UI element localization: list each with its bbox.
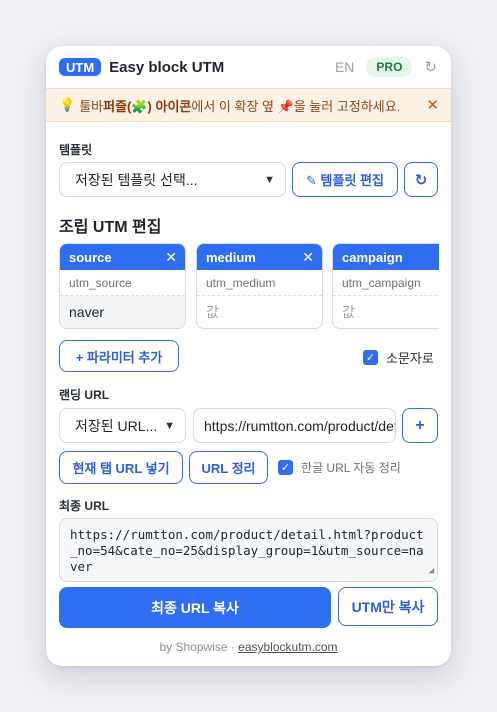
lowercase-label: 소문자로 <box>386 351 434 366</box>
card-key[interactable]: utm_medium <box>197 270 322 296</box>
footer-link[interactable]: easyblockutm.com <box>238 640 337 654</box>
landing-url-input[interactable]: https://rumtton.com/product/detail.html?… <box>193 408 396 443</box>
header-actions: EN PRO ↻ <box>335 57 437 77</box>
chevron-down-icon: ▼ <box>164 419 175 432</box>
pro-badge: PRO <box>366 57 413 77</box>
template-label: 템플릿 <box>59 143 93 157</box>
utm-card-campaign: campaign utm_campaign 값 <box>332 243 439 329</box>
edit-template-button[interactable]: ✎ 템플릿 편집 <box>292 162 398 197</box>
card-key[interactable]: utm_campaign <box>333 270 439 296</box>
saved-url-select-value: 저장된 URL... <box>75 417 158 434</box>
template-select-value: 저장된 템플릿 선택... <box>75 171 198 188</box>
utm-badge: UTM <box>59 58 102 76</box>
card-header: source ✕ <box>60 244 185 270</box>
utm-cards: source ✕ utm_source naver medium ✕ utm_m… <box>59 243 439 329</box>
footer: by Shopwise · easyblockutm.com <box>46 640 451 654</box>
clean-url-button[interactable]: URL 정리 <box>189 451 268 484</box>
app-title: Easy block UTM <box>109 58 225 76</box>
landing-url-label: 랜딩 URL <box>59 388 110 402</box>
final-url-textarea[interactable]: https://rumtton.com/product/detail.html?… <box>59 518 438 582</box>
remove-param-icon[interactable]: ✕ <box>302 249 314 266</box>
copy-utm-only-button[interactable]: UTM만 복사 <box>338 587 438 626</box>
language-toggle[interactable]: EN <box>335 59 354 75</box>
saved-url-select[interactable]: 저장된 URL... ▼ <box>59 408 186 443</box>
lowercase-toggle[interactable]: ✓ 소문자로 <box>363 348 434 367</box>
notice-text-2: 에서 이 확장 옆 📌을 눌러 고정하세요. <box>191 98 401 114</box>
add-parameter-button[interactable]: + 파라미터 추가 <box>59 340 179 372</box>
auto-clean-label: 한글 URL 자동 정리 <box>301 461 401 475</box>
auto-clean-checkbox[interactable]: ✓ <box>278 460 293 475</box>
extension-popup: UTM Easy block UTM EN PRO ↻ 💡 툴바 퍼즐(🧩) 아… <box>46 46 451 666</box>
resize-handle-icon[interactable]: ◢ <box>429 563 434 579</box>
refresh-icon[interactable]: ↻ <box>424 58 437 76</box>
remove-param-icon[interactable]: ✕ <box>165 249 177 266</box>
card-key[interactable]: utm_source <box>60 270 185 296</box>
notice-text-bold: 퍼즐(🧩) 아이콘 <box>103 98 192 114</box>
card-value-input[interactable]: naver <box>60 296 185 328</box>
card-header: campaign <box>333 244 439 270</box>
auto-clean-toggle[interactable]: ✓ 한글 URL 자동 정리 <box>278 459 401 476</box>
copy-final-url-button[interactable]: 최종 URL 복사 <box>59 587 331 628</box>
footer-by: by Shopwise · <box>159 640 239 654</box>
pin-notice: 💡 툴바 퍼즐(🧩) 아이콘 에서 이 확장 옆 📌을 눌러 고정하세요. ✕ <box>46 88 451 122</box>
notice-text-1: 툴바 <box>79 98 104 114</box>
insert-current-tab-url-button[interactable]: 현재 탭 URL 넣기 <box>59 451 183 484</box>
chevron-down-icon: ▼ <box>264 173 275 186</box>
final-url-label: 최종 URL <box>59 499 110 513</box>
card-name: medium <box>206 249 256 265</box>
add-url-button[interactable]: + <box>402 408 438 443</box>
card-value-input[interactable]: 값 <box>197 296 322 328</box>
card-header: medium ✕ <box>197 244 322 270</box>
utm-card-source: source ✕ utm_source naver <box>59 243 186 329</box>
card-name: campaign <box>342 249 403 265</box>
builder-title: 조립 UTM 편집 <box>59 219 162 236</box>
lowercase-checkbox[interactable]: ✓ <box>363 350 378 365</box>
card-value-input[interactable]: 값 <box>333 296 439 328</box>
refresh-template-button[interactable]: ↻ <box>404 162 438 197</box>
final-url-text: https://rumtton.com/product/detail.html?… <box>70 527 424 574</box>
lightbulb-icon: 💡 <box>59 97 76 112</box>
card-name: source <box>69 249 112 265</box>
utm-card-medium: medium ✕ utm_medium 값 <box>196 243 323 329</box>
header: UTM Easy block UTM EN PRO ↻ <box>46 46 451 88</box>
template-select[interactable]: 저장된 템플릿 선택... ▼ <box>59 162 286 197</box>
close-icon[interactable]: ✕ <box>426 96 439 114</box>
